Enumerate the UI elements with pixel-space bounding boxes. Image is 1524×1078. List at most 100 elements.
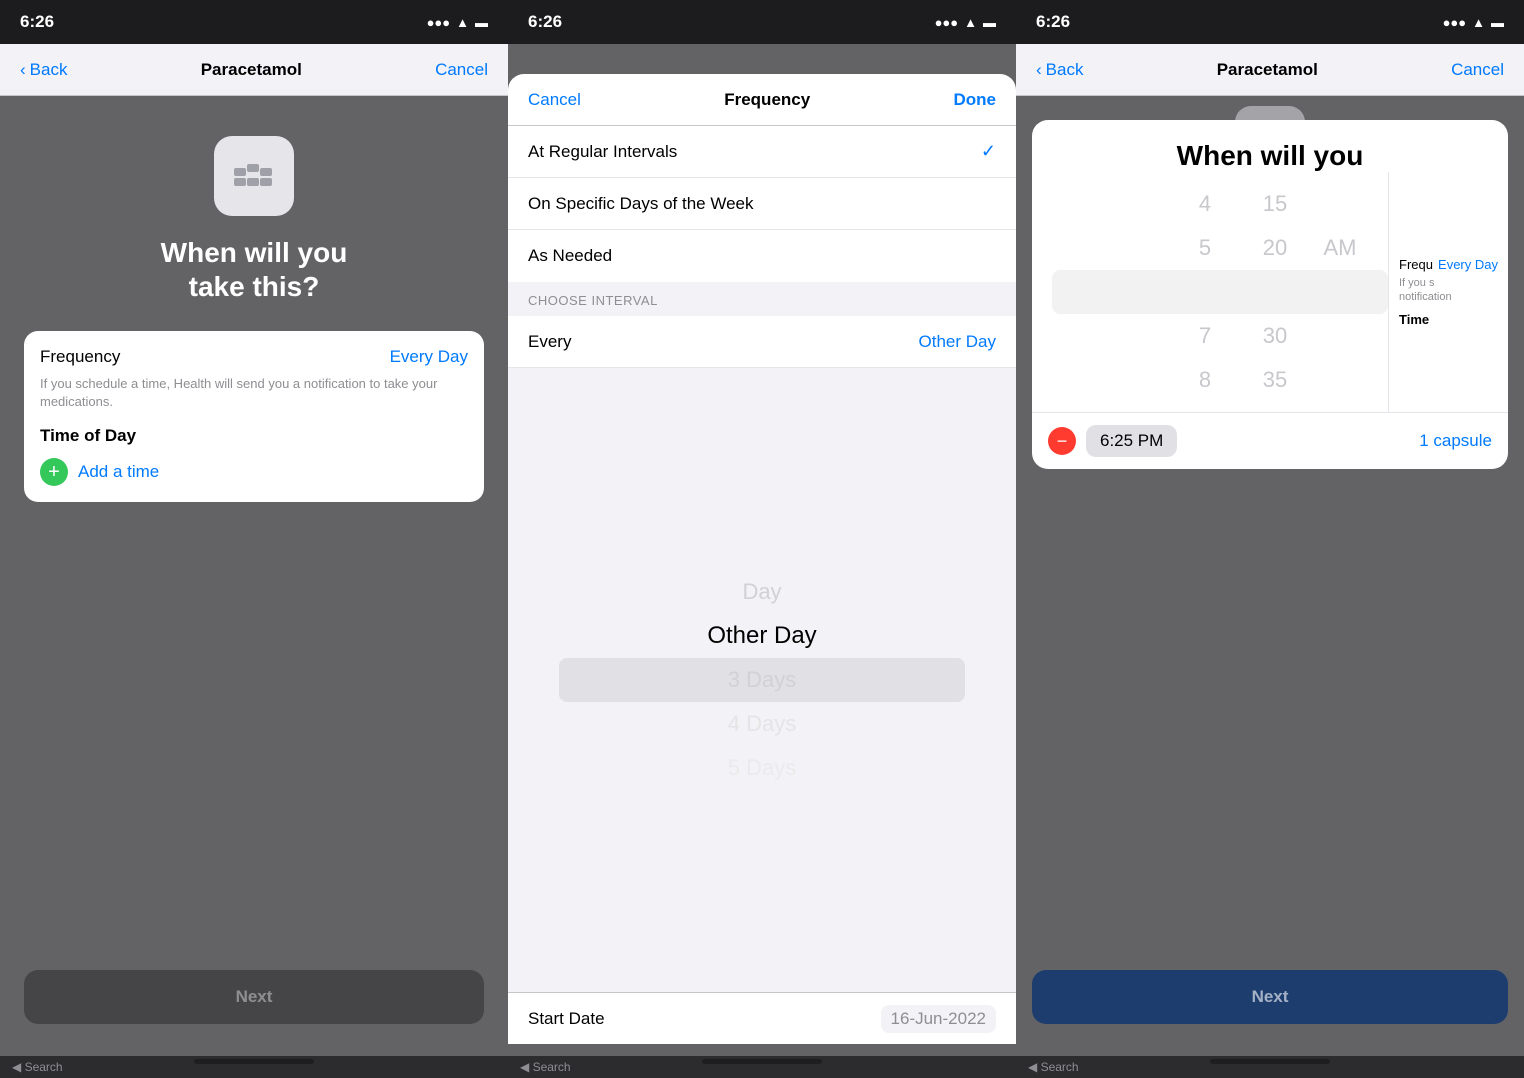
nav-bar-3: ‹ Back Paracetamol Cancel <box>1016 44 1524 96</box>
time-entry-left: − 6:25 PM <box>1048 425 1177 457</box>
option-specific-days[interactable]: On Specific Days of the Week <box>508 178 1016 230</box>
time-picker-modal: When will you 4 5 6 7 8 15 20 25 30 <box>1032 120 1508 469</box>
phone-panel-2: 6:26 ◀ Search ●●● ▲ ▬ Cancel Frequency D… <box>508 0 1016 1078</box>
wifi-icon-2: ▲ <box>964 15 977 30</box>
back-button-3[interactable]: ‹ Back <box>1036 60 1083 80</box>
main-question-1: When will youtake this? <box>161 236 348 303</box>
checkmark-icon: ✓ <box>981 141 996 162</box>
add-time-icon[interactable]: + <box>40 458 68 486</box>
remove-time-button[interactable]: − <box>1048 427 1076 455</box>
option-text-needed: As Needed <box>528 246 612 266</box>
modal-backdrop-top <box>508 44 1016 74</box>
next-button-area-3: Next <box>1016 950 1524 1044</box>
frequency-modal: Cancel Frequency Done At Regular Interva… <box>508 74 1016 1044</box>
picker-items: Day Other Day 3 Days 4 Days 5 Days <box>707 570 816 790</box>
medication-icon <box>214 136 294 216</box>
main-content-1: When will youtake this? Frequency Every … <box>0 96 508 950</box>
picker-item-3days: 3 Days <box>728 658 796 702</box>
cancel-button-3[interactable]: Cancel <box>1451 60 1504 80</box>
back-button-1[interactable]: ‹ Back <box>20 60 67 80</box>
panel3-content: When will you 4 5 6 7 8 15 20 25 30 <box>1016 96 1524 950</box>
status-time-3: 6:26 <box>1036 12 1070 32</box>
frequency-mini-panel: Frequ Every Day If you snotification Tim… <box>1388 172 1508 412</box>
time-picker[interactable]: 4 5 6 7 8 15 20 25 30 35 AM <box>1032 172 1508 412</box>
picker-item-4days: 4 Days <box>728 702 796 746</box>
time-picker-highlight <box>1052 270 1388 314</box>
status-icons-2: ●●● ▲ ▬ <box>935 15 996 30</box>
min-15: 15 <box>1240 182 1310 226</box>
battery-icon-3: ▬ <box>1491 15 1504 30</box>
home-bar-2 <box>702 1059 822 1064</box>
cancel-button-1[interactable]: Cancel <box>435 60 488 80</box>
status-bar-1: 6:26 ◀ Search ●●● ▲ ▬ <box>0 0 508 44</box>
interval-value[interactable]: Other Day <box>919 332 996 352</box>
next-button-area-1: Next <box>0 950 508 1044</box>
section-header-text: CHOOSE INTERVAL <box>528 293 658 308</box>
nav-title-1: Paracetamol <box>201 60 302 80</box>
frequency-card-1: Frequency Every Day If you schedule a ti… <box>24 331 484 501</box>
signal-icon: ●●● <box>427 15 451 30</box>
home-bar-1 <box>194 1059 314 1064</box>
add-time-row[interactable]: + Add a time <box>40 458 468 486</box>
battery-icon: ▬ <box>475 15 488 30</box>
frequency-note: If you schedule a time, Health will send… <box>40 375 468 411</box>
wifi-icon: ▲ <box>456 15 469 30</box>
status-bar-2: 6:26 ◀ Search ●●● ▲ ▬ <box>508 0 1016 44</box>
wifi-icon-3: ▲ <box>1472 15 1485 30</box>
search-label-1[interactable]: ◀ Search <box>12 1060 63 1074</box>
hour-4: 4 <box>1170 182 1240 226</box>
battery-icon-2: ▬ <box>983 15 996 30</box>
search-label-2[interactable]: ◀ Search <box>520 1060 571 1074</box>
option-at-regular[interactable]: At Regular Intervals ✓ <box>508 126 1016 178</box>
modal-nav: Cancel Frequency Done <box>508 74 1016 126</box>
picker-item-day: Day <box>742 570 781 614</box>
status-icons-1: ●●● ▲ ▬ <box>427 15 488 30</box>
search-label-3[interactable]: ◀ Search <box>1028 1060 1079 1074</box>
option-as-needed[interactable]: As Needed <box>508 230 1016 282</box>
interval-picker[interactable]: Day Other Day 3 Days 4 Days 5 Days <box>508 368 1016 992</box>
add-time-text[interactable]: Add a time <box>78 462 159 482</box>
start-date-label: Start Date <box>528 1009 605 1029</box>
am-item: AM <box>1324 226 1357 270</box>
status-icons-3: ●●● ▲ ▬ <box>1443 15 1504 30</box>
picker-item-5days: 5 Days <box>728 746 796 790</box>
signal-icon-3: ●●● <box>1443 15 1467 30</box>
modal-done-button[interactable]: Done <box>954 90 997 110</box>
nav-title-3: Paracetamol <box>1217 60 1318 80</box>
interval-label: Every <box>528 332 571 352</box>
interval-section-header: CHOOSE INTERVAL <box>508 282 1016 316</box>
option-text-specific: On Specific Days of the Week <box>528 194 754 214</box>
time-modal-title: When will you <box>1032 120 1508 172</box>
chevron-left-icon-3: ‹ <box>1036 60 1042 80</box>
hour-7: 7 <box>1170 314 1240 358</box>
frequency-value[interactable]: Every Day <box>390 347 468 367</box>
hour-8: 8 <box>1170 358 1240 402</box>
start-date-row[interactable]: Start Date 16-Jun-2022 <box>508 992 1016 1044</box>
time-value[interactable]: 6:25 PM <box>1086 425 1177 457</box>
start-date-value[interactable]: 16-Jun-2022 <box>881 1005 996 1033</box>
phone-panel-1: 6:26 ◀ Search ●●● ▲ ▬ ‹ Back Paracetamol… <box>0 0 508 1078</box>
frequency-options: At Regular Intervals ✓ On Specific Days … <box>508 126 1016 282</box>
time-entry-row: − 6:25 PM 1 capsule <box>1032 412 1508 469</box>
nav-bar-1: ‹ Back Paracetamol Cancel <box>0 44 508 96</box>
modal-title: Frequency <box>724 90 810 110</box>
picker-item-other: Other Day <box>707 614 816 658</box>
modal-cancel-button[interactable]: Cancel <box>528 90 581 110</box>
status-time-2: 6:26 <box>528 12 562 32</box>
home-bar-3 <box>1210 1059 1330 1064</box>
freq-value-mini: Every Day <box>1438 257 1498 272</box>
phone-panel-3: 6:26 ◀ Search ●●● ▲ ▬ ‹ Back Paracetamol… <box>1016 0 1524 1078</box>
min-35: 35 <box>1240 358 1310 402</box>
min-30: 30 <box>1240 314 1310 358</box>
min-20: 20 <box>1240 226 1310 270</box>
next-button-1[interactable]: Next <box>24 970 484 1024</box>
freq-note-mini: If you snotification <box>1399 276 1498 305</box>
status-bar-3: 6:26 ◀ Search ●●● ▲ ▬ <box>1016 0 1524 44</box>
freq-label-mini: Frequ <box>1399 257 1433 272</box>
capsule-count[interactable]: 1 capsule <box>1419 431 1492 451</box>
interval-row[interactable]: Every Other Day <box>508 316 1016 368</box>
signal-icon-2: ●●● <box>935 15 959 30</box>
next-button-3[interactable]: Next <box>1032 970 1508 1024</box>
chevron-left-icon: ‹ <box>20 60 26 80</box>
time-label-mini: Time <box>1399 312 1498 327</box>
